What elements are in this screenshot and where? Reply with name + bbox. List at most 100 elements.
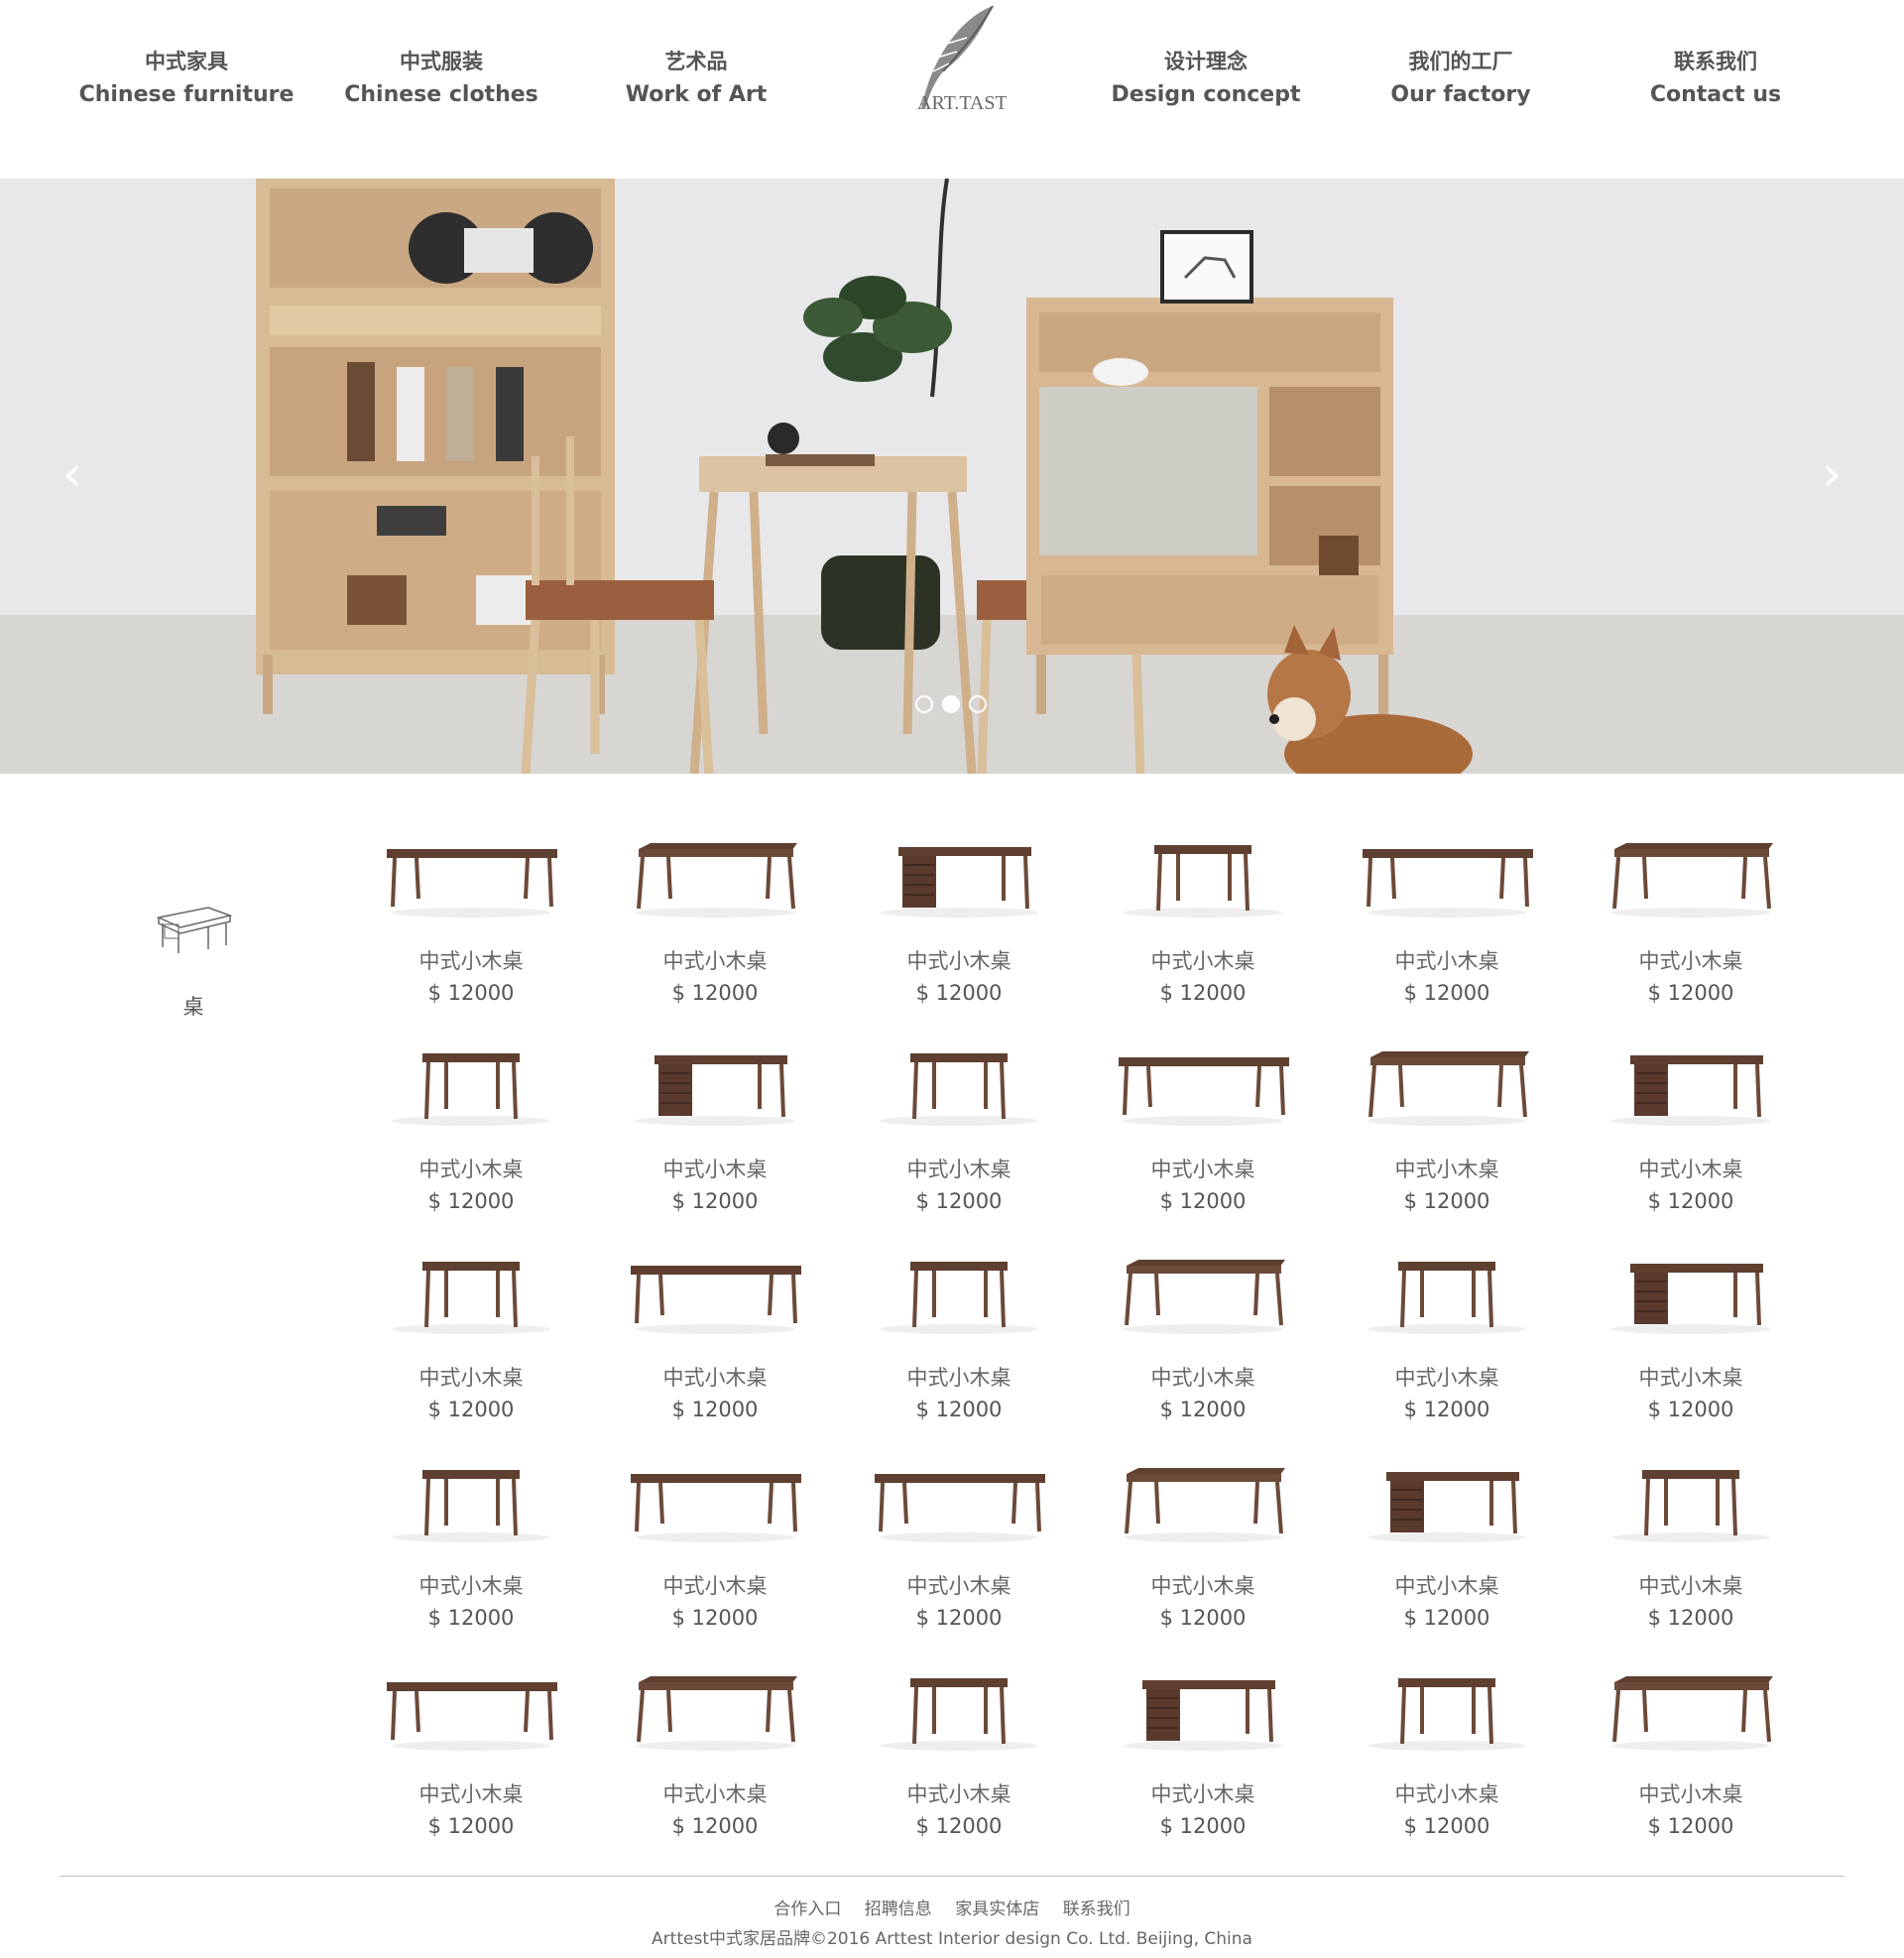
- product-card[interactable]: 中式小木桌 $ 12000: [611, 805, 819, 1014]
- product-image[interactable]: [1353, 1014, 1541, 1133]
- product-image[interactable]: [1109, 1014, 1297, 1133]
- product-name[interactable]: 中式小木桌: [1343, 1363, 1551, 1393]
- footer-link-stores[interactable]: 家具实体店: [955, 1897, 1039, 1922]
- product-name[interactable]: 中式小木桌: [611, 1363, 819, 1393]
- product-image[interactable]: [621, 1014, 809, 1133]
- product-image[interactable]: [1597, 1430, 1785, 1549]
- product-image[interactable]: [621, 1222, 809, 1341]
- product-name[interactable]: 中式小木桌: [611, 1155, 819, 1184]
- product-card[interactable]: 中式小木桌 $ 12000: [855, 1222, 1063, 1430]
- product-card[interactable]: 中式小木桌 $ 12000: [855, 1014, 1063, 1222]
- nav-chinese-furniture[interactable]: 中式家具 Chinese furniture: [60, 46, 313, 113]
- product-card[interactable]: 中式小木桌 $ 12000: [1099, 1014, 1307, 1222]
- product-image[interactable]: [1353, 1430, 1541, 1549]
- nav-contact-us[interactable]: 联系我们 Contact us: [1589, 46, 1843, 113]
- product-name[interactable]: 中式小木桌: [1099, 1363, 1307, 1393]
- product-name[interactable]: 中式小木桌: [1343, 1155, 1551, 1184]
- product-name[interactable]: 中式小木桌: [855, 946, 1063, 976]
- product-image[interactable]: [377, 805, 565, 924]
- product-name[interactable]: 中式小木桌: [1343, 1571, 1551, 1601]
- product-name[interactable]: 中式小木桌: [855, 1155, 1063, 1184]
- product-image[interactable]: [865, 1430, 1053, 1549]
- product-name[interactable]: 中式小木桌: [1099, 1155, 1307, 1184]
- product-image[interactable]: [865, 1222, 1053, 1341]
- product-name[interactable]: 中式小木桌: [1099, 946, 1307, 976]
- product-image[interactable]: [377, 1430, 565, 1549]
- nav-chinese-clothes[interactable]: 中式服装 Chinese clothes: [314, 46, 568, 113]
- product-name[interactable]: 中式小木桌: [1343, 1779, 1551, 1809]
- carousel-dot-2[interactable]: [942, 695, 960, 713]
- product-image[interactable]: [377, 1222, 565, 1341]
- product-image[interactable]: [865, 805, 1053, 924]
- product-image[interactable]: [377, 1639, 565, 1758]
- product-image[interactable]: [1597, 805, 1785, 924]
- product-image[interactable]: [1353, 1222, 1541, 1341]
- product-card[interactable]: 中式小木桌 $ 12000: [1587, 805, 1795, 1014]
- carousel-dot-3[interactable]: [969, 695, 987, 713]
- product-card[interactable]: 中式小木桌 $ 12000: [367, 1639, 575, 1847]
- product-name[interactable]: 中式小木桌: [1587, 946, 1795, 976]
- product-name[interactable]: 中式小木桌: [1587, 1363, 1795, 1393]
- footer-link-cooperation[interactable]: 合作入口: [774, 1897, 841, 1922]
- product-name[interactable]: 中式小木桌: [611, 946, 819, 976]
- product-name[interactable]: 中式小木桌: [367, 1779, 575, 1809]
- product-card[interactable]: 中式小木桌 $ 12000: [1099, 1430, 1307, 1639]
- product-card[interactable]: 中式小木桌 $ 12000: [855, 805, 1063, 1014]
- product-image[interactable]: [1109, 1222, 1297, 1341]
- product-image[interactable]: [865, 1639, 1053, 1758]
- nav-work-of-art[interactable]: 艺术品 Work of Art: [569, 46, 823, 113]
- carousel-prev-button[interactable]: ‹: [48, 444, 97, 504]
- product-card[interactable]: 中式小木桌 $ 12000: [855, 1430, 1063, 1639]
- product-image[interactable]: [1353, 805, 1541, 924]
- product-name[interactable]: 中式小木桌: [611, 1779, 819, 1809]
- brand-logo[interactable]: ART.TASTE: [897, 2, 1019, 121]
- product-card[interactable]: 中式小木桌 $ 12000: [611, 1639, 819, 1847]
- product-name[interactable]: 中式小木桌: [855, 1571, 1063, 1601]
- product-card[interactable]: 中式小木桌 $ 12000: [1587, 1014, 1795, 1222]
- product-card[interactable]: 中式小木桌 $ 12000: [367, 1222, 575, 1430]
- product-card[interactable]: 中式小木桌 $ 12000: [1587, 1430, 1795, 1639]
- product-card[interactable]: 中式小木桌 $ 12000: [1099, 1222, 1307, 1430]
- product-card[interactable]: 中式小木桌 $ 12000: [1343, 805, 1551, 1014]
- product-image[interactable]: [377, 1014, 565, 1133]
- product-card[interactable]: 中式小木桌 $ 12000: [1587, 1222, 1795, 1430]
- product-image[interactable]: [1597, 1014, 1785, 1133]
- product-card[interactable]: 中式小木桌 $ 12000: [1343, 1014, 1551, 1222]
- product-name[interactable]: 中式小木桌: [1343, 946, 1551, 976]
- footer-link-jobs[interactable]: 招聘信息: [865, 1897, 932, 1922]
- product-image[interactable]: [1597, 1222, 1785, 1341]
- product-name[interactable]: 中式小木桌: [1587, 1779, 1795, 1809]
- product-image[interactable]: [1353, 1639, 1541, 1758]
- product-card[interactable]: 中式小木桌 $ 12000: [1587, 1639, 1795, 1847]
- nav-design-concept[interactable]: 设计理念 Design concept: [1079, 46, 1333, 113]
- product-image[interactable]: [1597, 1639, 1785, 1758]
- product-image[interactable]: [865, 1014, 1053, 1133]
- product-card[interactable]: 中式小木桌 $ 12000: [1343, 1639, 1551, 1847]
- product-card[interactable]: 中式小木桌 $ 12000: [1099, 805, 1307, 1014]
- product-name[interactable]: 中式小木桌: [367, 1363, 575, 1393]
- product-card[interactable]: 中式小木桌 $ 12000: [611, 1014, 819, 1222]
- product-card[interactable]: 中式小木桌 $ 12000: [611, 1222, 819, 1430]
- product-name[interactable]: 中式小木桌: [1587, 1155, 1795, 1184]
- hero-carousel[interactable]: ‹ ›: [0, 179, 1904, 774]
- nav-our-factory[interactable]: 我们的工厂 Our factory: [1334, 46, 1588, 113]
- product-name[interactable]: 中式小木桌: [367, 1155, 575, 1184]
- product-image[interactable]: [1109, 1639, 1297, 1758]
- product-card[interactable]: 中式小木桌 $ 12000: [367, 1430, 575, 1639]
- product-card[interactable]: 中式小木桌 $ 12000: [1099, 1639, 1307, 1847]
- product-card[interactable]: 中式小木桌 $ 12000: [1343, 1222, 1551, 1430]
- product-name[interactable]: 中式小木桌: [855, 1363, 1063, 1393]
- product-image[interactable]: [621, 805, 809, 924]
- category-desk[interactable]: 桌: [139, 898, 248, 1021]
- product-image[interactable]: [621, 1639, 809, 1758]
- product-name[interactable]: 中式小木桌: [855, 1779, 1063, 1809]
- product-card[interactable]: 中式小木桌 $ 12000: [367, 805, 575, 1014]
- product-name[interactable]: 中式小木桌: [1587, 1571, 1795, 1601]
- product-name[interactable]: 中式小木桌: [611, 1571, 819, 1601]
- product-card[interactable]: 中式小木桌 $ 12000: [367, 1014, 575, 1222]
- carousel-dot-1[interactable]: [915, 695, 933, 713]
- product-image[interactable]: [1109, 805, 1297, 924]
- product-image[interactable]: [1109, 1430, 1297, 1549]
- product-name[interactable]: 中式小木桌: [367, 946, 575, 976]
- product-card[interactable]: 中式小木桌 $ 12000: [1343, 1430, 1551, 1639]
